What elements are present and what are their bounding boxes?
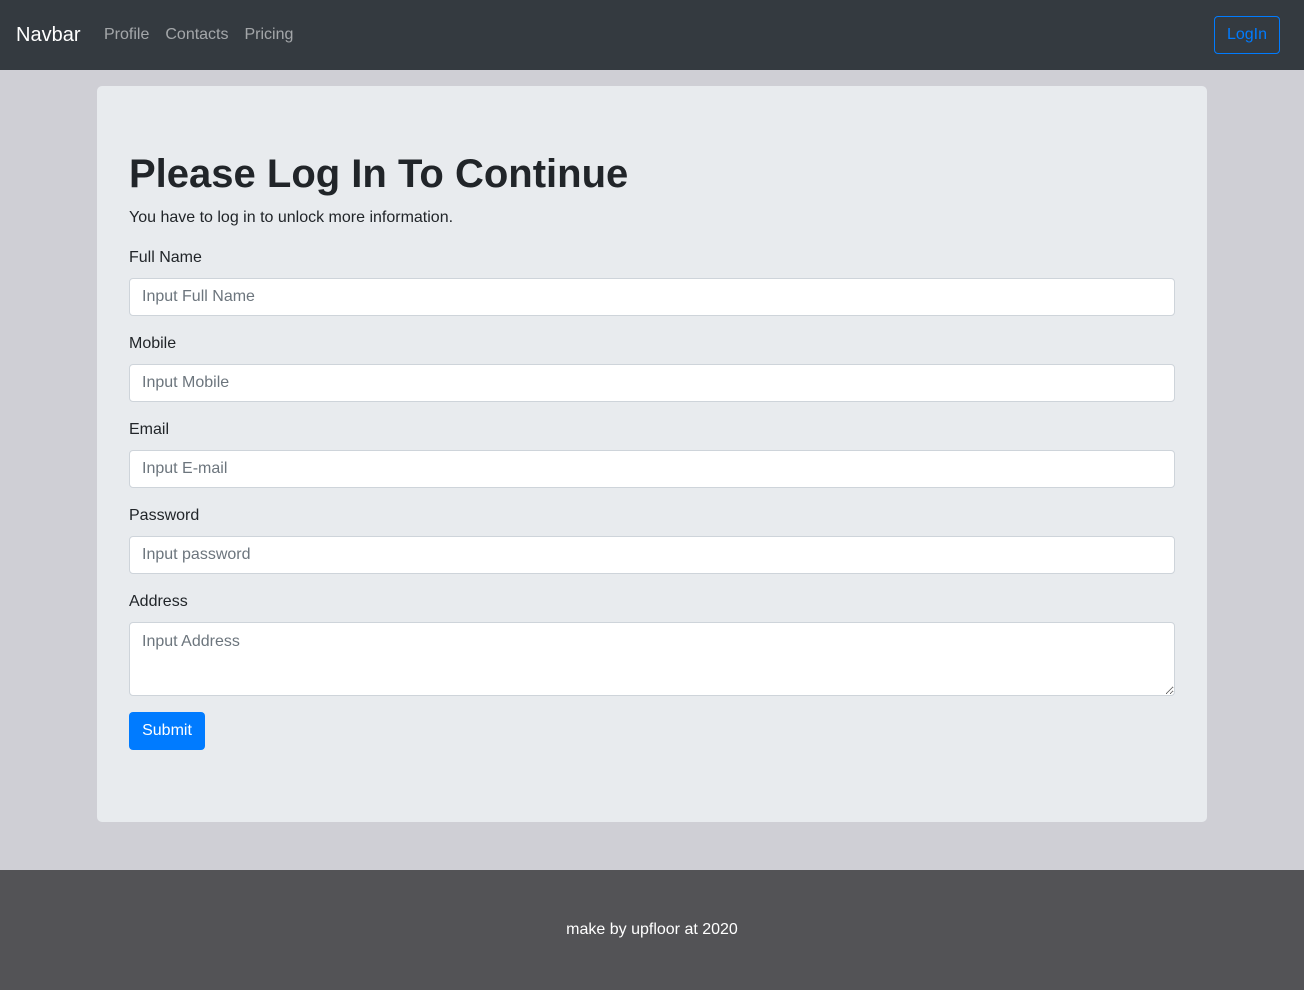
nav-link-pricing[interactable]: Pricing (245, 24, 294, 46)
login-card: Please Log In To Continue You have to lo… (97, 86, 1207, 822)
full-name-input[interactable] (129, 278, 1175, 316)
password-input[interactable] (129, 536, 1175, 574)
page-subtitle: You have to log in to unlock more inform… (129, 209, 454, 226)
mobile-input[interactable] (129, 364, 1175, 402)
full-name-label: Full Name (129, 249, 202, 266)
address-label: Address (129, 593, 188, 610)
footer-text: make by upfloor at 2020 (566, 921, 738, 938)
page-footer: make by upfloor at 2020 (0, 870, 1304, 990)
nav-links: Profile Contacts Pricing (104, 24, 309, 46)
nav-link-profile[interactable]: Profile (104, 24, 149, 46)
login-button[interactable]: LogIn (1214, 16, 1280, 54)
mobile-label: Mobile (129, 335, 177, 352)
email-label: Email (129, 421, 170, 438)
submit-button[interactable]: Submit (129, 712, 205, 750)
address-textarea[interactable] (129, 622, 1175, 696)
nav-link-contacts[interactable]: Contacts (165, 24, 228, 46)
password-label: Password (129, 507, 200, 524)
navbar-brand[interactable]: Navbar (16, 21, 80, 49)
top-navbar: Navbar Profile Contacts Pricing LogIn (0, 0, 1304, 70)
email-input[interactable] (129, 450, 1175, 488)
page-title: Please Log In To Continue (129, 152, 629, 196)
